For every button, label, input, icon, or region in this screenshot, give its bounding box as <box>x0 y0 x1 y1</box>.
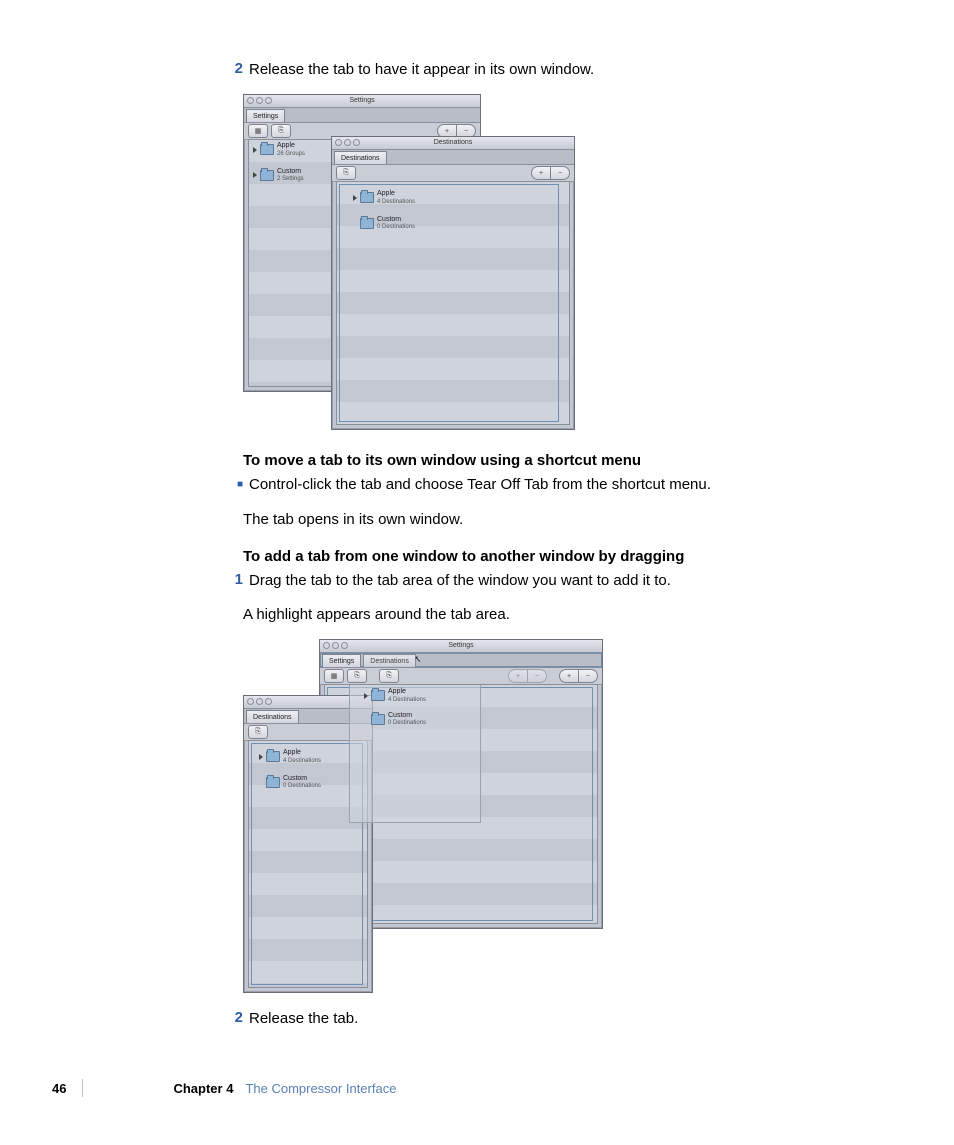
list-item[interactable]: Apple4 Destinations <box>349 188 569 207</box>
folder-icon <box>360 218 374 229</box>
remove-button[interactable]: − <box>579 669 598 683</box>
list-item[interactable]: Custom2 Settings <box>249 166 475 185</box>
item-label: Apple4 Destinations <box>283 749 321 764</box>
folder-icon <box>371 714 385 725</box>
folder-icon <box>266 751 280 762</box>
list-item: Custom0 Destinations <box>360 710 480 729</box>
folder-icon <box>260 170 274 181</box>
step-number: 1 <box>225 571 243 591</box>
folder-icon <box>360 192 374 203</box>
chapter-label: Chapter 4 <box>173 1081 233 1096</box>
disclosure-icon[interactable] <box>253 147 257 153</box>
item-label: Custom0 Destinations <box>377 216 415 231</box>
heading-shortcut-menu: To move a tab to its own window using a … <box>243 452 845 469</box>
duplicate-button[interactable]: ⎘ <box>379 669 399 683</box>
item-label: Apple4 Destinations <box>388 688 426 703</box>
titlebar: Settings <box>320 640 602 653</box>
new-folder-button[interactable]: ▦ <box>324 669 344 683</box>
footer-divider <box>82 1079 83 1097</box>
folder-icon <box>266 777 280 788</box>
duplicate-button[interactable]: ⎘ <box>248 725 268 739</box>
page-number: 46 <box>52 1081 66 1096</box>
add-remove-group: + − <box>559 669 598 683</box>
tab-settings[interactable]: Settings <box>322 654 361 667</box>
step-text: Release the tab. <box>249 1009 358 1029</box>
toolbar: ▦ ⎘ ⎘ + − + − <box>320 668 602 685</box>
step-text: Release the tab to have it appear in its… <box>249 60 594 80</box>
item-label: Custom2 Settings <box>277 168 304 183</box>
titlebar: Settings <box>244 95 480 108</box>
bullet-icon: ■ <box>225 479 243 495</box>
add-button[interactable]: + <box>531 166 551 180</box>
chapter-title: The Compressor Interface <box>245 1081 396 1096</box>
disclosure-icon[interactable] <box>253 172 257 178</box>
step-text: Drag the tab to the tab area of the wind… <box>249 571 671 591</box>
list-item: Apple4 Destinations <box>360 686 480 705</box>
item-label: Custom0 Destinations <box>283 775 321 790</box>
item-label: Apple26 Groups <box>277 142 305 157</box>
list-area: Apple4 Destinations Custom0 Destinations <box>336 181 570 425</box>
bullet-item: ■ Control-click the tab and choose Tear … <box>225 475 845 495</box>
list-item[interactable]: Custom0 Destinations <box>349 214 569 233</box>
add-button[interactable]: + <box>508 669 528 683</box>
step-2a: 2 Release the tab to have it appear in i… <box>225 60 845 80</box>
tab-destinations[interactable]: Destinations <box>246 710 299 723</box>
disclosure-icon <box>364 693 368 699</box>
heading-dragging: To add a tab from one window to another … <box>243 548 845 565</box>
remove-button[interactable]: − <box>551 166 570 180</box>
tab-bar: Settings <box>244 108 480 123</box>
page-footer: 46 Chapter 4 The Compressor Interface <box>52 1079 396 1097</box>
item-label: Apple4 Destinations <box>377 190 415 205</box>
bullet-text: Control-click the tab and choose Tear Of… <box>249 475 711 495</box>
new-folder-button[interactable]: ▦ <box>248 124 268 138</box>
duplicate-button[interactable]: ⎘ <box>271 124 291 138</box>
folder-icon <box>260 144 274 155</box>
step-2b: 2 Release the tab. <box>225 1009 845 1029</box>
disclosure-icon[interactable] <box>259 754 263 760</box>
traffic-lights <box>323 642 348 649</box>
step-number: 2 <box>225 60 243 80</box>
step-number: 2 <box>225 1009 243 1029</box>
list-item[interactable]: Apple26 Groups <box>249 140 475 159</box>
figure-2: Settings Settings Destinations ↖ ▦ ⎘ ⎘ +… <box>243 639 845 999</box>
tab-destinations-dragging[interactable]: Destinations <box>363 654 416 667</box>
paragraph: The tab opens in its own window. <box>243 510 845 530</box>
add-button[interactable]: + <box>559 669 579 683</box>
figure-1: Settings Settings ▦ ⎘ + − <box>243 94 845 434</box>
window-title: Settings <box>349 97 374 104</box>
folder-icon <box>371 690 385 701</box>
add-remove-group: + − <box>531 166 570 180</box>
traffic-lights <box>247 698 272 705</box>
drag-ghost-panel: Apple4 Destinations Custom0 Destinations <box>349 684 481 823</box>
duplicate-button[interactable]: ⎘ <box>347 669 367 683</box>
paragraph: A highlight appears around the tab area. <box>243 605 845 625</box>
remove-button[interactable]: − <box>528 669 547 683</box>
traffic-lights <box>247 97 272 104</box>
add-remove-group: + − <box>508 669 547 683</box>
step-1: 1 Drag the tab to the tab area of the wi… <box>225 571 845 591</box>
disclosure-icon[interactable] <box>353 195 357 201</box>
item-label: Custom0 Destinations <box>388 712 426 727</box>
tab-settings[interactable]: Settings <box>246 109 285 122</box>
window-title: Settings <box>448 642 473 649</box>
tab-bar-highlight: Settings Destinations ↖ <box>320 653 602 668</box>
